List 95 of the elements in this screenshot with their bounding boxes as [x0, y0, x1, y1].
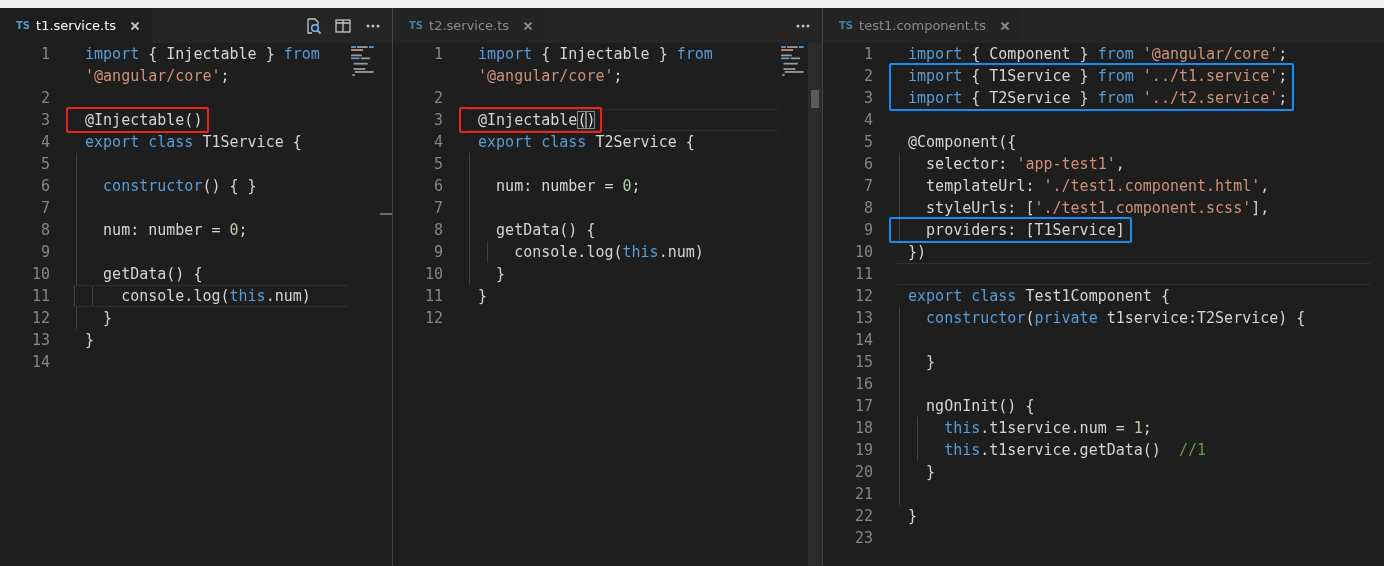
code-line: this.t1service.num = 1; — [943, 419, 1152, 437]
scrollbar-thumb[interactable] — [380, 213, 392, 215]
line-number: 2 — [863, 67, 873, 85]
code-line: styleUrls: ['./test1.component.scss'], — [925, 199, 1270, 217]
close-icon[interactable] — [130, 20, 141, 31]
code-line: num: number = 0; — [495, 177, 641, 195]
line-number: 7 — [863, 177, 873, 195]
line-number: 21 — [854, 485, 873, 503]
line-number: 4 — [433, 133, 443, 151]
line-number: 18 — [854, 419, 873, 437]
line-number: 11 — [31, 287, 50, 305]
code-line: selector: 'app-test1', — [925, 155, 1125, 173]
code-line: } — [925, 353, 936, 371]
search-document-icon[interactable] — [304, 16, 322, 35]
line-number: 2 — [433, 89, 443, 107]
line-number: 8 — [863, 199, 873, 217]
line-number: 5 — [863, 133, 873, 151]
line-number: 11 — [424, 287, 443, 305]
scrollbar-thumb[interactable] — [811, 90, 819, 108]
line-number: 4 — [40, 133, 50, 151]
code-line: } — [102, 309, 113, 327]
line-number: 10 — [31, 265, 50, 283]
line-number: 10 — [424, 265, 443, 283]
line-number: 7 — [40, 199, 50, 217]
code-line: constructor() { } — [102, 177, 257, 195]
line-number: 7 — [433, 199, 443, 217]
code-line: ngOnInit() { — [925, 397, 1035, 415]
code-line: '@angular/core'; — [85, 67, 230, 85]
code-line: export class T2Service { — [478, 133, 695, 151]
code-line: getData() { — [102, 265, 203, 283]
code-line: this.t1service.getData() //1 — [943, 441, 1207, 459]
line-number: 15 — [854, 353, 873, 371]
close-icon[interactable] — [999, 20, 1010, 31]
line-number: 3 — [40, 111, 50, 129]
line-number: 1 — [863, 45, 873, 63]
line-number: 3 — [863, 89, 873, 107]
code-line: } — [495, 265, 506, 283]
line-number: 5 — [40, 155, 50, 173]
line-number: 6 — [433, 177, 443, 195]
code-line: }) — [908, 243, 927, 261]
split-editor-icon[interactable] — [334, 16, 352, 35]
line-number: 13 — [31, 331, 50, 349]
code-line: constructor(private t1service:T2Service) { — [925, 309, 1306, 327]
line-number: 6 — [40, 177, 50, 195]
line-number: 1 — [40, 45, 50, 63]
line-number: 6 — [863, 155, 873, 173]
line-number: 4 — [863, 111, 873, 129]
line-number: 14 — [31, 353, 50, 371]
file-type-label: TS — [409, 20, 424, 31]
line-number: 19 — [854, 441, 873, 459]
code-line: import { Injectable } from — [85, 45, 320, 63]
code-line: export class T1Service { — [85, 133, 302, 151]
file-type-label: TS — [16, 20, 31, 31]
line-number: 8 — [433, 221, 443, 239]
code-line: getData() { — [495, 221, 596, 239]
line-number: 11 — [854, 265, 873, 283]
code-line: export class Test1Component { — [908, 287, 1170, 305]
line-number: 8 — [40, 221, 50, 239]
code-line: import { T1Service } from '../t1.service'; — [908, 67, 1288, 85]
line-number: 10 — [854, 243, 873, 261]
code-line: } — [85, 331, 95, 349]
code-line: num: number = 0; — [102, 221, 248, 239]
line-number: 13 — [854, 309, 873, 327]
code-line: import { Component } from '@angular/core'; — [908, 45, 1288, 63]
line-number: 23 — [854, 529, 873, 547]
editor-tab[interactable]: TS t1.service.ts — [0, 8, 153, 43]
code-line: @Component({ — [908, 133, 1017, 151]
line-number: 12 — [31, 309, 50, 327]
close-icon[interactable] — [523, 20, 534, 31]
line-number: 9 — [40, 243, 50, 261]
line-number: 9 — [863, 221, 873, 239]
code-line: import { Injectable } from — [478, 45, 713, 63]
line-number: 14 — [854, 331, 873, 349]
code-line: @Injectable() — [85, 111, 203, 129]
code-line: console.log(this.num) — [513, 243, 704, 261]
line-number: 20 — [854, 463, 873, 481]
code-line: '@angular/core'; — [478, 67, 623, 85]
code-line: } — [908, 507, 918, 525]
code-line: templateUrl: './test1.component.html', — [925, 177, 1270, 195]
line-number: 16 — [854, 375, 873, 393]
line-number: 9 — [433, 243, 443, 261]
line-number: 22 — [854, 507, 873, 525]
line-number: 12 — [854, 287, 873, 305]
code-line: providers: [T1Service] — [925, 221, 1125, 239]
line-number: 12 — [424, 309, 443, 327]
code-line: } — [478, 287, 488, 305]
line-number: 1 — [433, 45, 443, 63]
line-number: 3 — [433, 111, 443, 129]
code-line: console.log(this.num) — [120, 287, 311, 305]
line-number: 17 — [854, 397, 873, 415]
file-type-label: TS — [839, 20, 854, 31]
line-number: 5 — [433, 155, 443, 173]
line-number: 2 — [40, 89, 50, 107]
code-line: } — [925, 463, 936, 481]
code-line: import { T2Service } from '../t2.service'; — [908, 89, 1288, 107]
